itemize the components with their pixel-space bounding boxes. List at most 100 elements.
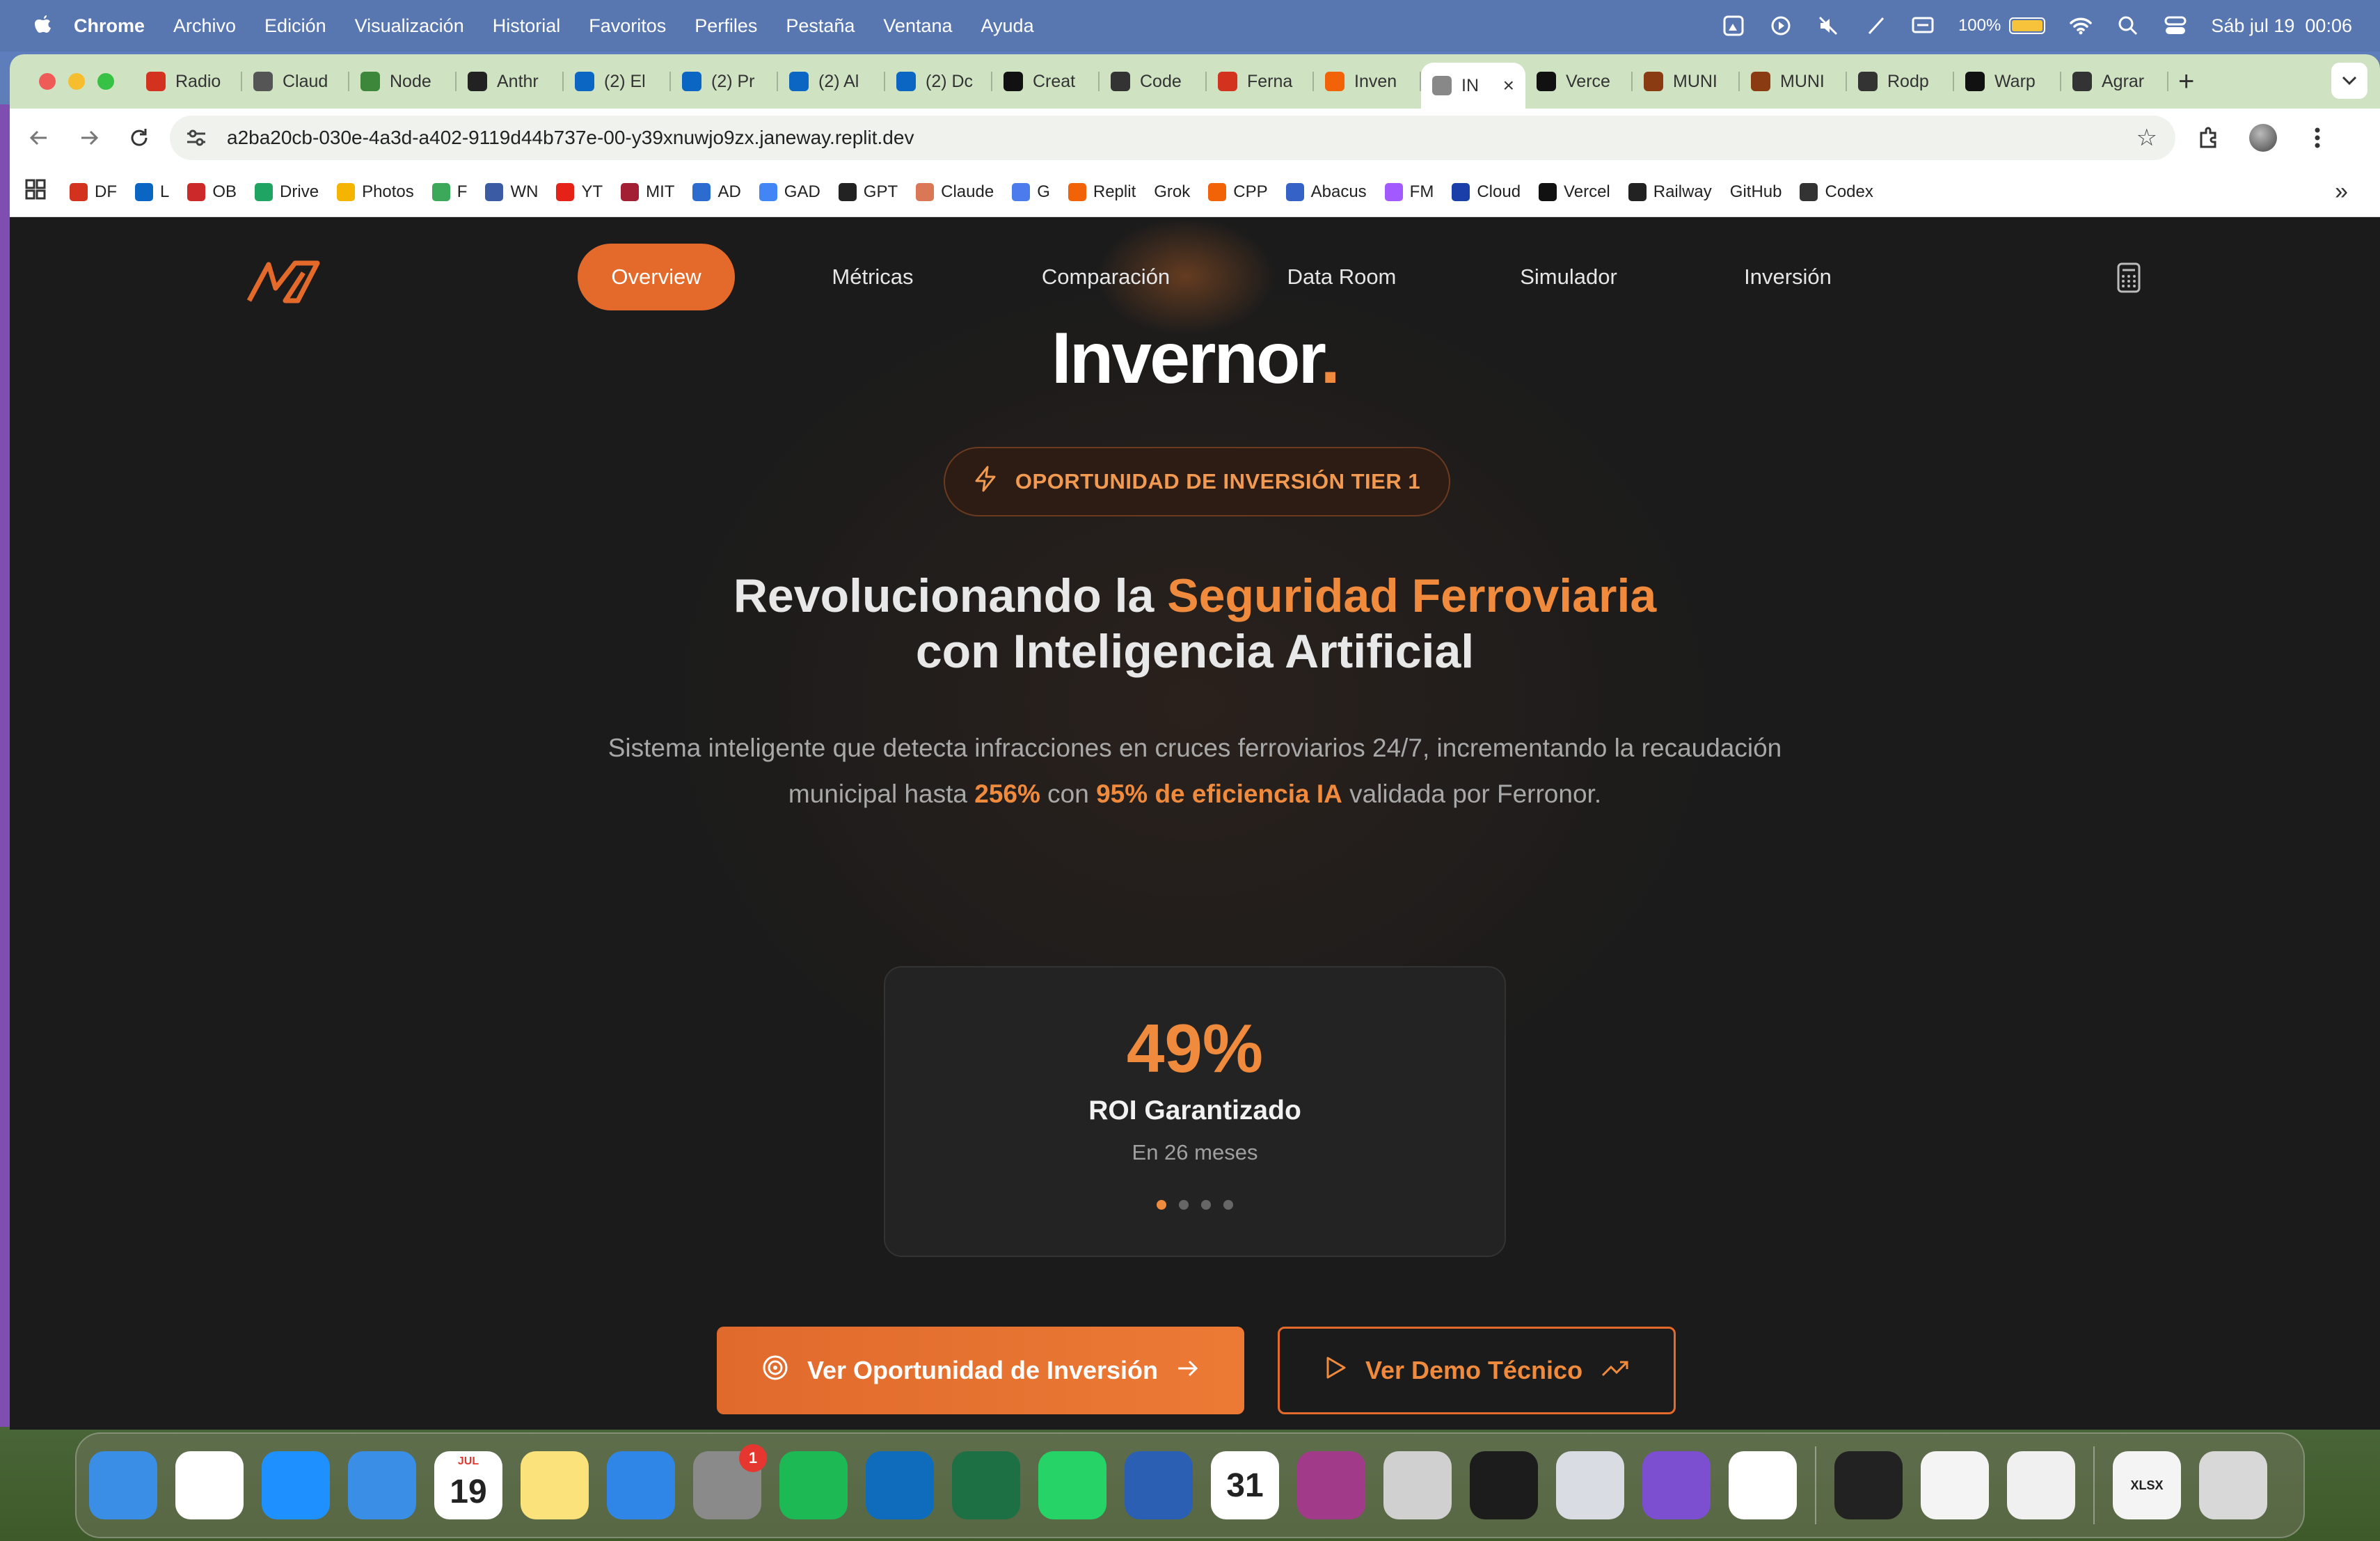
profile-avatar[interactable] bbox=[2242, 117, 2284, 159]
browser-tab[interactable]: Agrar bbox=[2061, 62, 2168, 101]
menu-historial[interactable]: Historial bbox=[493, 15, 561, 37]
clock[interactable]: Sáb jul 19 00:06 bbox=[2211, 15, 2352, 37]
battery-status[interactable]: 100% bbox=[1958, 16, 2046, 35]
carousel-dot[interactable] bbox=[1157, 1200, 1166, 1210]
menu-favoritos[interactable]: Favoritos bbox=[589, 15, 666, 37]
safari-icon[interactable] bbox=[262, 1451, 330, 1519]
excel-icon[interactable] bbox=[952, 1451, 1020, 1519]
browser-tab[interactable]: Verce bbox=[1525, 62, 1633, 101]
extensions-icon[interactable] bbox=[2188, 117, 2230, 159]
technical-demo-button[interactable]: Ver Demo Técnico bbox=[1278, 1327, 1676, 1414]
chrome-menu-icon[interactable] bbox=[2296, 117, 2338, 159]
bookmark-item[interactable]: DF bbox=[70, 182, 117, 202]
vscode-icon[interactable] bbox=[1729, 1451, 1797, 1519]
bookmark-item[interactable]: GAD bbox=[759, 182, 820, 202]
bookmark-item[interactable]: F bbox=[431, 182, 467, 202]
reload-button[interactable] bbox=[118, 117, 160, 159]
nav-simulador[interactable]: Simulador bbox=[1499, 244, 1638, 310]
carousel-dot[interactable] bbox=[1223, 1200, 1233, 1210]
bookmark-item[interactable]: Abacus bbox=[1285, 182, 1367, 202]
bookmark-item[interactable]: Drive bbox=[255, 182, 319, 202]
close-window-button[interactable] bbox=[39, 73, 56, 90]
browser-tab[interactable]: Rodp bbox=[1847, 62, 1954, 101]
parallels-icon[interactable] bbox=[1556, 1451, 1624, 1519]
minimize-window-button[interactable] bbox=[68, 73, 85, 90]
browser-tab[interactable]: Inven bbox=[1314, 62, 1421, 101]
chrome-icon[interactable] bbox=[175, 1451, 244, 1519]
browser-tab[interactable]: Code bbox=[1100, 62, 1207, 101]
textedit-icon[interactable] bbox=[1921, 1451, 1989, 1519]
menu-ayuda[interactable]: Ayuda bbox=[981, 15, 1034, 37]
browser-tab[interactable]: IN × bbox=[1421, 63, 1525, 109]
address-bar[interactable]: a2ba20cb-030e-4a3d-a402-9119d44b737e-00-… bbox=[170, 116, 2175, 160]
bookmark-item[interactable]: AD bbox=[692, 182, 741, 202]
zoom-window-button[interactable] bbox=[97, 73, 114, 90]
menu-visualizacion[interactable]: Visualización bbox=[355, 15, 464, 37]
menu-archivo[interactable]: Archivo bbox=[173, 15, 236, 37]
bookmark-item[interactable]: Cloud bbox=[1452, 182, 1521, 202]
browser-tab[interactable]: Node bbox=[349, 62, 457, 101]
carousel-dot[interactable] bbox=[1179, 1200, 1189, 1210]
menu-ventana[interactable]: Ventana bbox=[883, 15, 952, 37]
nav-comparacion[interactable]: Comparación bbox=[1019, 244, 1193, 310]
calculator-icon[interactable] bbox=[2113, 262, 2145, 294]
xlsx-file-icon[interactable]: XLSX bbox=[2113, 1451, 2181, 1519]
new-tab-button[interactable]: + bbox=[2178, 66, 2194, 97]
back-button[interactable] bbox=[18, 117, 60, 159]
bookmark-item[interactable]: G bbox=[1012, 182, 1050, 202]
close-tab-icon[interactable]: × bbox=[1503, 74, 1514, 97]
nav-inversion[interactable]: Inversión bbox=[1722, 244, 1854, 310]
investment-opportunity-button[interactable]: Ver Oportunidad de Inversión bbox=[717, 1327, 1244, 1414]
bookmark-item[interactable]: Grok bbox=[1154, 182, 1190, 202]
more-bookmarks-chevron-icon[interactable]: » bbox=[2335, 178, 2348, 205]
browser-tab[interactable]: MUNI bbox=[1740, 62, 1847, 101]
nav-overview[interactable]: Overview bbox=[578, 244, 735, 310]
browser-tab[interactable]: Creat bbox=[992, 62, 1100, 101]
bookmark-item[interactable]: Vercel bbox=[1539, 182, 1610, 202]
bookmark-item[interactable]: Codex bbox=[1800, 182, 1873, 202]
screenshot-icon[interactable] bbox=[1722, 14, 1745, 38]
bookmark-item[interactable]: OB bbox=[187, 182, 237, 202]
menu-chrome[interactable]: Chrome bbox=[74, 15, 145, 37]
apple-icon[interactable] bbox=[29, 14, 57, 38]
keynote-icon[interactable] bbox=[607, 1451, 675, 1519]
spotlight-search-icon[interactable] bbox=[2116, 14, 2140, 38]
nav-metricas[interactable]: Métricas bbox=[817, 244, 928, 310]
forward-button[interactable] bbox=[68, 117, 110, 159]
bookmark-star-icon[interactable]: ☆ bbox=[2136, 124, 2157, 152]
browser-tab[interactable]: Claud bbox=[242, 62, 349, 101]
bookmark-item[interactable]: GitHub bbox=[1730, 182, 1782, 202]
browser-tab[interactable]: Warp bbox=[1954, 62, 2061, 101]
calendar-icon[interactable]: JUL 19 bbox=[434, 1451, 502, 1519]
invernor-logo-icon[interactable] bbox=[245, 253, 322, 309]
bookmark-item[interactable]: CPP bbox=[1208, 182, 1268, 202]
browser-tab[interactable]: Anthr bbox=[457, 62, 564, 101]
browser-tab[interactable]: MUNI bbox=[1633, 62, 1740, 101]
apps-grid-icon[interactable] bbox=[25, 179, 50, 205]
bookmark-item[interactable]: Replit bbox=[1068, 182, 1136, 202]
menu-pestana[interactable]: Pestaña bbox=[786, 15, 855, 37]
bookmark-item[interactable]: WN bbox=[485, 182, 538, 202]
outlook-icon[interactable] bbox=[866, 1451, 934, 1519]
bookmark-item[interactable]: YT bbox=[556, 182, 603, 202]
site-settings-icon[interactable] bbox=[184, 125, 209, 150]
circle-app-icon[interactable] bbox=[1297, 1451, 1365, 1519]
browser-tab[interactable]: (2) Dc bbox=[885, 62, 992, 101]
browser-tab[interactable]: (2) Pr bbox=[671, 62, 778, 101]
pen-icon[interactable] bbox=[1864, 14, 1887, 38]
passwords-icon[interactable] bbox=[2007, 1451, 2075, 1519]
bookmark-item[interactable]: GPT bbox=[838, 182, 898, 202]
bookmark-item[interactable]: Railway bbox=[1628, 182, 1712, 202]
github-desktop-icon[interactable] bbox=[1642, 1451, 1711, 1519]
menu-perfiles[interactable]: Perfiles bbox=[695, 15, 757, 37]
play-icon[interactable] bbox=[1769, 14, 1793, 38]
bookmark-item[interactable]: Photos bbox=[337, 182, 414, 202]
terminal-icon[interactable] bbox=[1834, 1451, 1903, 1519]
iphone-mirroring-icon[interactable] bbox=[1383, 1451, 1452, 1519]
mute-icon[interactable] bbox=[1816, 14, 1840, 38]
browser-tab[interactable]: (2) Al bbox=[778, 62, 885, 101]
replit-icon[interactable] bbox=[1470, 1451, 1538, 1519]
trash-icon[interactable] bbox=[2199, 1451, 2267, 1519]
wifi-icon[interactable] bbox=[2069, 14, 2093, 38]
display-icon[interactable] bbox=[1911, 14, 1935, 38]
